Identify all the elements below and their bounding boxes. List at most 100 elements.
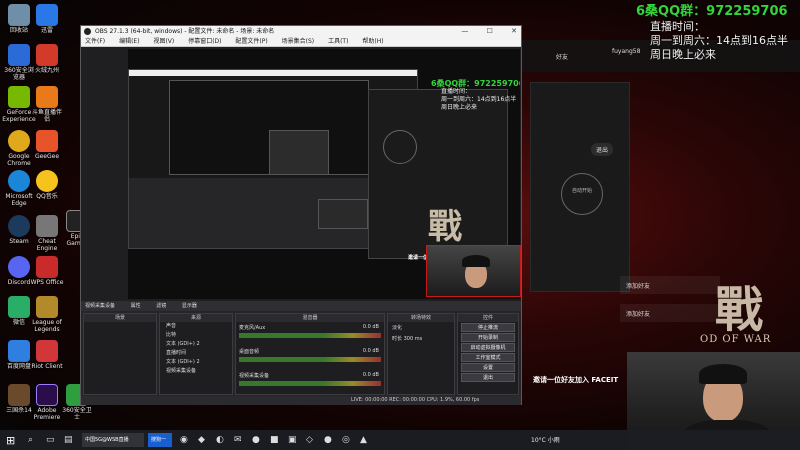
app-icon[interactable]: ◇ xyxy=(306,435,313,445)
auto-start-ring[interactable] xyxy=(561,173,603,215)
desktop-icon-qqmusic[interactable]: QQ音乐 xyxy=(30,170,64,200)
edge-icon[interactable]: ◐ xyxy=(216,435,224,445)
office-icon[interactable]: ▣ xyxy=(288,435,297,445)
taskbar-app-browser[interactable]: 中国5G@WSB直播 xyxy=(82,433,144,447)
obs-menubar: 文件(F) 编辑(E) 视图(V) 停靠窗口(D) 配置文件(P) 场景集合(S… xyxy=(81,37,521,47)
volume-slider[interactable] xyxy=(239,333,381,338)
studio-mode-button[interactable]: 工作室模式 xyxy=(461,353,515,362)
app-icon[interactable]: ■ xyxy=(270,435,279,445)
menu-docks[interactable]: 停靠窗口(D) xyxy=(188,38,221,45)
mixer-channel-value: 0.0 dB xyxy=(362,348,379,354)
desktop-icon-geegee[interactable]: GeeGee xyxy=(30,130,64,160)
maximize-button[interactable]: ☐ xyxy=(487,27,493,35)
obs-title-text: OBS 27.1.3 (64-bit, windows) - 配置文件: 未命名… xyxy=(95,28,275,35)
display-button[interactable]: 显示器 xyxy=(182,303,197,309)
mixer-channel: 麦克风/Aux 0.0 dB xyxy=(236,322,384,346)
start-recording-button[interactable]: 开始录制 xyxy=(461,333,515,342)
client-side-panel: 自动开始 退出 xyxy=(530,82,630,292)
exit-button[interactable]: 退出 xyxy=(461,373,515,382)
app-icon[interactable]: ● xyxy=(324,435,332,445)
desktop-icon-cheat-engine[interactable]: Cheat Engine xyxy=(30,215,64,252)
wechat-icon[interactable]: ◆ xyxy=(198,435,205,445)
app-icon[interactable]: ▲ xyxy=(360,435,367,445)
volume-slider[interactable] xyxy=(239,381,381,386)
client-out-button[interactable]: 退出 xyxy=(591,143,614,156)
premiere-icon xyxy=(36,384,58,406)
weather-widget[interactable]: 10°C 小雨 xyxy=(531,435,560,444)
preview-cap xyxy=(462,255,490,267)
menu-help[interactable]: 帮助(H) xyxy=(362,38,383,45)
desktop-icon-huorong[interactable]: 火绒九州 xyxy=(30,44,64,74)
sources-header: 来源 xyxy=(160,314,232,322)
mail-icon[interactable]: ✉ xyxy=(234,435,242,445)
desktop-icon-douyu[interactable]: 斗鱼直播伴侣 xyxy=(30,86,64,123)
transitions-pane: 转场特效 淡化 时长 300 ms xyxy=(387,313,455,395)
desktop-icon-lol[interactable]: League of Legends xyxy=(30,296,64,333)
xunlei-icon xyxy=(36,4,58,26)
source-toolbar: 视频采集设备 属性 滤镜 显示器 xyxy=(81,301,521,311)
nested-ring xyxy=(383,130,417,164)
desktop-icon-xunlei[interactable]: 迅雷 xyxy=(30,4,64,34)
window-controls: — ☐ ✕ xyxy=(445,26,517,37)
task-view-icon[interactable]: ▭ xyxy=(46,435,55,445)
nested-cam xyxy=(318,199,368,229)
stop-streaming-button[interactable]: 停止推流 xyxy=(461,323,515,332)
file-explorer-icon[interactable]: ▤ xyxy=(64,435,73,445)
duration-input[interactable]: 300 ms xyxy=(404,336,423,342)
obs-icon[interactable]: ◎ xyxy=(342,435,350,445)
preview-war-char: 戰 xyxy=(428,207,462,247)
filters-button[interactable]: 滤镜 xyxy=(156,303,166,309)
preview-live-weekdays: 周一到周六：14点到16点半 xyxy=(441,96,517,103)
edge-icon xyxy=(8,170,30,192)
desktop-icon-riot[interactable]: Riot Client xyxy=(30,340,64,370)
desktop-root: 回收站 360安全浏览器 GeForce Experience Google C… xyxy=(0,0,800,450)
transitions-header: 转场特效 xyxy=(388,314,454,322)
fire-icon xyxy=(36,44,58,66)
source-item[interactable]: 声音 xyxy=(160,322,232,331)
menu-tools[interactable]: 工具(T) xyxy=(328,38,348,45)
cloud-icon xyxy=(8,340,30,362)
recycle-bin-icon xyxy=(8,4,30,26)
menu-edit[interactable]: 编辑(E) xyxy=(119,38,139,45)
source-item[interactable]: 直播时间 xyxy=(160,349,232,358)
menu-profile[interactable]: 配置文件(P) xyxy=(235,38,267,45)
source-item[interactable]: 文本 (GDI+) 2 xyxy=(160,340,232,349)
friends-tab[interactable]: 好友 xyxy=(556,52,568,61)
start-button[interactable]: ⊞ xyxy=(6,434,15,447)
transition-select[interactable]: 淡化 xyxy=(388,322,454,333)
close-button[interactable]: ✕ xyxy=(511,27,517,35)
chrome-icon xyxy=(8,130,30,152)
menu-view[interactable]: 视图(V) xyxy=(153,38,174,45)
menu-scene-collection[interactable]: 场景集合(S) xyxy=(282,38,315,45)
settings-button[interactable]: 设置 xyxy=(461,363,515,372)
steam-icon[interactable]: ● xyxy=(252,435,260,445)
minimize-button[interactable]: — xyxy=(461,27,468,35)
desktop-icon-premiere[interactable]: Adobe Premiere xyxy=(30,384,64,421)
live-time-sunday: 周日晚上必来 xyxy=(650,48,716,61)
live-time-weekdays: 周一到周六：14点到16点半 xyxy=(650,34,788,47)
add-friend-row[interactable]: 添加好友 xyxy=(620,276,720,294)
mixer-channel-value: 0.0 dB xyxy=(362,324,379,330)
mixer-channel: 桌面音频 0.0 dB xyxy=(236,346,384,370)
discord-icon xyxy=(8,256,30,278)
mixer-pane: 混音器 麦克风/Aux 0.0 dB 桌面音频 0.0 dB 视频采集设备 0.… xyxy=(235,313,385,395)
desktop-icon-wps[interactable]: WPS Office xyxy=(30,256,64,286)
virtual-camera-button[interactable]: 启动虚拟摄像机 xyxy=(461,343,515,352)
volume-slider[interactable] xyxy=(239,357,381,362)
source-item[interactable]: 文本 (GDI+) 2 xyxy=(160,358,232,367)
source-item[interactable]: 比特 xyxy=(160,331,232,340)
duration-label: 时长 xyxy=(392,336,403,342)
live-time-title: 直播时间： xyxy=(650,20,705,33)
source-item[interactable]: 视频采集设备 xyxy=(160,367,232,376)
obs-dock: 视频采集设备 属性 滤镜 显示器 场景 来源 声音 比特 文本 (GDI+) 2… xyxy=(81,301,521,405)
taskbar-app-sogou[interactable]: 搜狗一下 xyxy=(148,433,172,447)
search-icon[interactable]: ⌕ xyxy=(28,435,33,445)
war-logo-subtitle: OD OF WAR xyxy=(700,334,772,345)
properties-button[interactable]: 属性 xyxy=(131,303,141,309)
add-friend-row[interactable]: 添加好友 xyxy=(620,304,720,322)
wps-icon xyxy=(36,256,58,278)
menu-file[interactable]: 文件(F) xyxy=(85,38,105,45)
chrome-icon[interactable]: ◉ xyxy=(180,435,188,445)
obs-window[interactable]: OBS 27.1.3 (64-bit, windows) - 配置文件: 未命名… xyxy=(80,25,522,405)
obs-titlebar[interactable]: OBS 27.1.3 (64-bit, windows) - 配置文件: 未命名… xyxy=(81,26,521,37)
